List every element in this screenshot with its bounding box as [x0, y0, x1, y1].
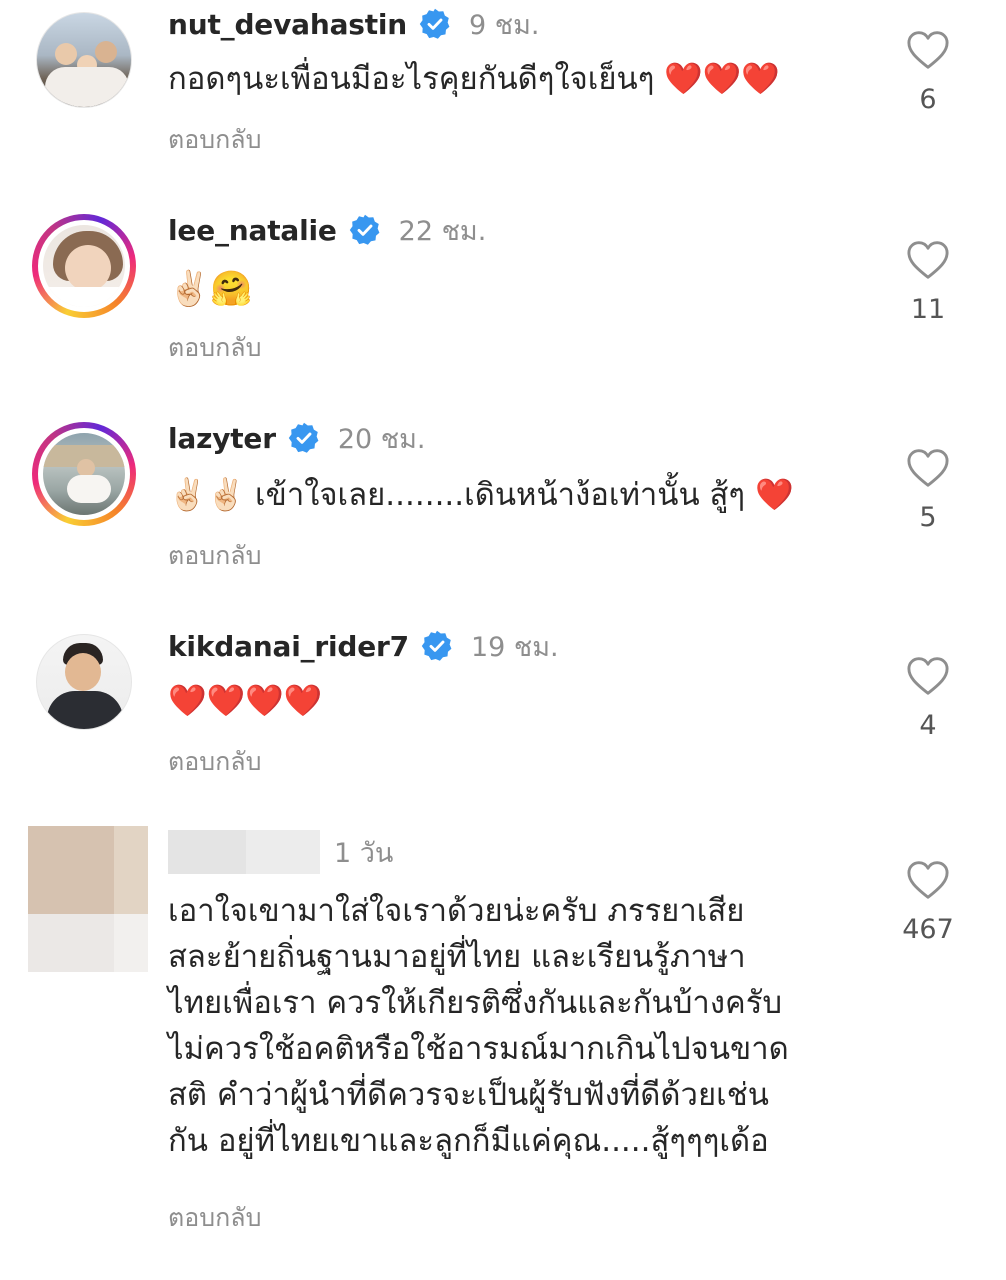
comment-text-line: สติ คำว่าผู้นำที่ดีควรจะเป็นผู้รับฟังที่… [168, 1077, 769, 1113]
verified-badge-icon [419, 8, 450, 39]
comment-text: ✌🏻✌🏻 เข้าใจเลย........เดินหน้าง้อเท่านั้… [168, 477, 794, 513]
like-button[interactable]: 11 [898, 240, 958, 325]
like-button[interactable]: 4 [898, 656, 958, 741]
verified-badge-icon [421, 630, 452, 661]
heart-outline-icon [907, 31, 949, 69]
comment-text: ✌🏻🤗 [168, 269, 253, 309]
like-button[interactable]: 5 [898, 448, 958, 533]
timestamp: 20 ชม. [337, 423, 426, 455]
comment-header: nut_devahastin 9 ชม. [168, 2, 540, 46]
comment-text: กอดๆนะเพื่อนมีอะไรคุยกันดีๆใจเย็นๆ ❤️❤️❤… [168, 61, 780, 97]
comment-text-line: สละย้ายถิ่นฐานมาอยู่ที่ไทย และเรียนรู้ภา… [168, 939, 746, 975]
comment-text-line: ไทยเพื่อเรา ควรให้เกียรติซึ่งกันและกันบ้… [168, 985, 783, 1021]
comment-text: เอาใจเขามาใส่ใจเราด้วยน่ะครับ ภรรยาเสีย … [168, 888, 789, 1164]
verified-badge-icon [288, 422, 319, 453]
avatar[interactable] [32, 214, 136, 318]
comment-header: kikdanai_rider7 19 ชม. [168, 624, 559, 668]
heart-outline-icon [907, 657, 949, 695]
like-count: 4 [919, 710, 937, 741]
comment-text: ❤️❤️❤️❤️ [168, 683, 323, 719]
heart-outline-icon [907, 449, 949, 487]
timestamp: 9 ชม. [469, 9, 540, 41]
username[interactable]: lee_natalie [168, 214, 337, 247]
avatar[interactable] [32, 630, 136, 734]
reply-button[interactable]: ตอบกลับ [168, 742, 261, 782]
comment-header: 1 วัน [168, 830, 393, 874]
username-redacted[interactable] [168, 830, 320, 874]
reply-button[interactable]: ตอบกลับ [168, 120, 261, 160]
reply-button[interactable]: ตอบกลับ [168, 328, 261, 368]
like-count: 11 [910, 294, 946, 325]
like-count: 5 [919, 502, 937, 533]
comment-item: 1 วัน เอาใจเขามาใส่ใจเราด้วยน่ะครับ ภรรย… [0, 826, 1006, 1280]
comment-item: lee_natalie 22 ชม. ✌🏻🤗 ตอบกลับ 11 [0, 206, 1006, 406]
like-count: 6 [919, 84, 937, 115]
username[interactable]: kikdanai_rider7 [168, 630, 409, 663]
comment-header: lee_natalie 22 ชม. [168, 208, 486, 252]
comment-item: nut_devahastin 9 ชม. กอดๆนะเพื่อนมีอะไรค… [0, 0, 1006, 200]
timestamp: 19 ชม. [470, 631, 559, 663]
timestamp: 22 ชม. [398, 215, 487, 247]
comment-header: lazyter 20 ชม. [168, 416, 425, 460]
avatar[interactable] [32, 8, 136, 112]
username[interactable]: lazyter [168, 422, 276, 455]
like-count: 467 [902, 914, 954, 945]
comment-text-line: เอาใจเขามาใส่ใจเราด้วยน่ะครับ ภรรยาเสีย [168, 893, 745, 929]
comment-text-line: กัน อยู่ที่ไทยเขาและลูกก็มีแค่คุณ.....สู… [168, 1123, 769, 1159]
timestamp: 1 วัน [334, 837, 394, 869]
avatar[interactable] [32, 422, 136, 526]
verified-badge-icon [349, 214, 380, 245]
comment-item: lazyter 20 ชม. ✌🏻✌🏻 เข้าใจเลย........เดิ… [0, 414, 1006, 614]
like-button[interactable]: 6 [898, 30, 958, 115]
heart-outline-icon [907, 861, 949, 899]
like-button[interactable]: 467 [898, 860, 958, 945]
reply-button[interactable]: ตอบกลับ [168, 1198, 261, 1238]
avatar-blurred[interactable] [28, 826, 148, 972]
comment-item: kikdanai_rider7 19 ชม. ❤️❤️❤️❤️ ตอบกลับ … [0, 622, 1006, 822]
heart-outline-icon [907, 241, 949, 279]
username[interactable]: nut_devahastin [168, 8, 407, 41]
comment-text-line: ไม่ควรใช้อคติหรือใช้อารมณ์มากเกินไปจนขาด [168, 1031, 789, 1067]
reply-button[interactable]: ตอบกลับ [168, 536, 261, 576]
